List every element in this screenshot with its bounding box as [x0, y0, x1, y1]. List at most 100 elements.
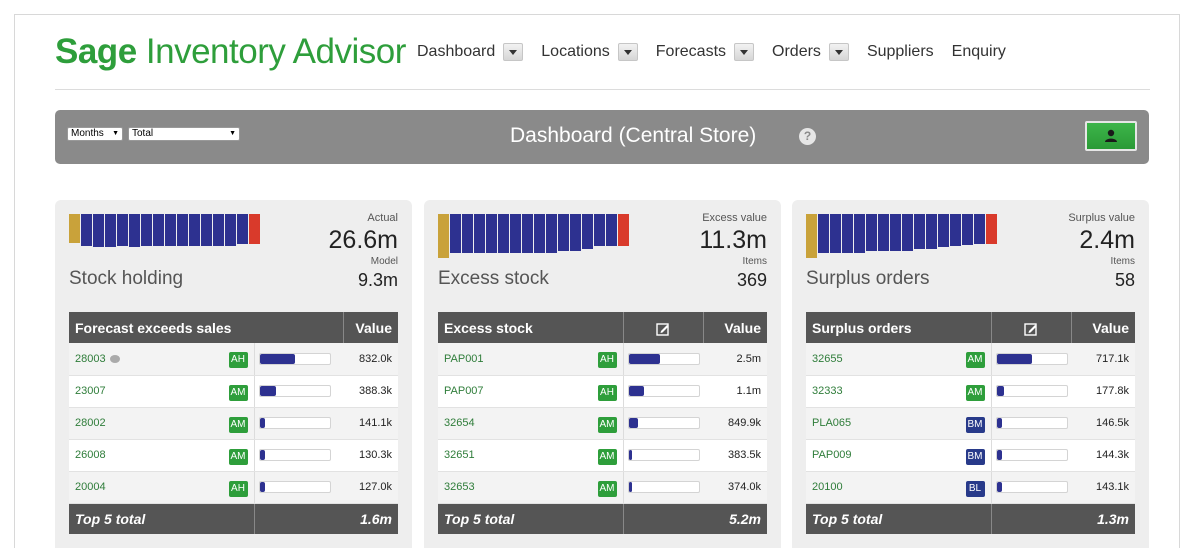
edit-icon [1024, 322, 1037, 336]
item-code-link[interactable]: 20100 [812, 481, 843, 493]
item-code-link[interactable]: 32653 [444, 481, 475, 493]
item-code-cell[interactable]: PAP007 AH [438, 375, 623, 408]
spark-bar [189, 214, 200, 247]
item-code-link[interactable]: PAP007 [444, 385, 484, 397]
item-code-cell[interactable]: 32333 AM [806, 375, 991, 408]
item-code-cell[interactable]: 20004 AH [69, 471, 254, 504]
spark-bar [474, 214, 485, 254]
item-code-cell[interactable]: 28003 AH [69, 343, 254, 376]
brand-logo[interactable]: Sage Inventory Advisor [55, 32, 406, 72]
item-code-cell[interactable]: PAP009 BM [806, 439, 991, 472]
chevron-down-icon[interactable] [828, 43, 849, 61]
item-code-link[interactable]: PAP009 [812, 449, 852, 461]
value-cell: 141.1k [343, 407, 398, 440]
table-row[interactable]: 32653 AM 374.0k [438, 471, 767, 504]
item-code-link[interactable]: 26008 [75, 449, 106, 461]
scope-select[interactable]: Total [128, 127, 240, 141]
chevron-down-icon[interactable] [617, 43, 638, 61]
value-bar [627, 417, 700, 429]
item-code-cell[interactable]: 32653 AM [438, 471, 623, 504]
panel-title: Excess stock [438, 268, 549, 289]
value-bar-cell [622, 407, 704, 440]
user-button[interactable] [1085, 121, 1137, 151]
edit-column-header[interactable] [623, 312, 704, 343]
table-row[interactable]: 32651 AM 383.5k [438, 439, 767, 472]
table-row[interactable]: 20004 AH 127.0k [69, 471, 398, 504]
value-bar-fill [996, 482, 1003, 492]
spark-bar [594, 214, 605, 247]
value-cell: 144.3k [1071, 439, 1135, 472]
question-icon[interactable]: ? [799, 128, 816, 145]
nav-item-locations[interactable]: Locations [541, 43, 638, 61]
nav-item-forecasts[interactable]: Forecasts [656, 43, 755, 61]
table-row[interactable]: PLA065 BM 146.5k [806, 407, 1135, 440]
item-code-cell[interactable]: 20100 BL [806, 471, 991, 504]
value-bar [627, 481, 700, 493]
period-select[interactable]: Months [67, 127, 123, 141]
spark-bar [177, 214, 188, 247]
value-bar-cell [622, 471, 704, 504]
value-cell: 849.9k [703, 407, 767, 440]
edit-column-header[interactable] [991, 312, 1072, 343]
footer-spacer [623, 503, 704, 534]
item-code-cell[interactable]: 28002 AM [69, 407, 254, 440]
item-code-cell[interactable]: 23007 AM [69, 375, 254, 408]
table-row[interactable]: 32333 AM 177.8k [806, 375, 1135, 408]
nav-item-suppliers[interactable]: Suppliers [867, 43, 934, 61]
item-code-link[interactable]: 23007 [75, 385, 106, 397]
item-code-cell[interactable]: 32654 AM [438, 407, 623, 440]
nav-item-dashboard[interactable]: Dashboard [417, 43, 524, 61]
spark-bar [534, 214, 545, 254]
value-cell: 832.0k [343, 343, 398, 376]
classification-badge: AH [597, 384, 617, 401]
item-code-link[interactable]: 32333 [812, 385, 843, 397]
item-code-link[interactable]: 32655 [812, 353, 843, 365]
item-code-cell[interactable]: PAP001 AH [438, 343, 623, 376]
item-code-link[interactable]: 32651 [444, 449, 475, 461]
spark-bar [938, 214, 949, 248]
item-code-link[interactable]: PAP001 [444, 353, 484, 365]
spark-bar [842, 214, 853, 254]
item-code-cell[interactable]: 32655 AM [806, 343, 991, 376]
value-bar-cell [253, 439, 344, 472]
spark-bar [522, 214, 533, 254]
table-row[interactable]: PAP001 AH 2.5m [438, 343, 767, 376]
value-bar [627, 385, 700, 397]
spark-bar [141, 214, 152, 247]
spark-bar [438, 214, 449, 258]
nav-item-orders[interactable]: Orders [772, 43, 849, 61]
value-bar [995, 385, 1068, 397]
table-row[interactable]: 26008 AM 130.3k [69, 439, 398, 472]
table-row[interactable]: 23007 AM 388.3k [69, 375, 398, 408]
spark-bar [974, 214, 985, 244]
spark-bar [510, 214, 521, 254]
classification-badge: AM [597, 416, 617, 433]
table-row[interactable]: 32655 AM 717.1k [806, 343, 1135, 376]
value-cell: 717.1k [1071, 343, 1135, 376]
value-bar [258, 481, 331, 493]
table-row[interactable]: PAP007 AH 1.1m [438, 375, 767, 408]
table-row[interactable]: 32654 AM 849.9k [438, 407, 767, 440]
item-code-cell[interactable]: PLA065 BM [806, 407, 991, 440]
item-code-link[interactable]: 28003 [75, 353, 106, 365]
value-bar [995, 449, 1068, 461]
spark-bar [854, 214, 865, 254]
item-code-link[interactable]: 32654 [444, 417, 475, 429]
item-code-cell[interactable]: 32651 AM [438, 439, 623, 472]
table-row[interactable]: 28003 AH 832.0k [69, 343, 398, 376]
top-items-table: Surplus orders Value 32655 AM 717.1k 32333 AM 1… [806, 312, 1135, 534]
sparkline-chart [438, 214, 629, 260]
value-bar-cell [622, 343, 704, 376]
item-code-link[interactable]: 20004 [75, 481, 106, 493]
item-code-link[interactable]: 28002 [75, 417, 106, 429]
item-code-cell[interactable]: 26008 AM [69, 439, 254, 472]
comment-icon[interactable] [109, 354, 120, 363]
table-row[interactable]: 28002 AM 141.1k [69, 407, 398, 440]
table-row[interactable]: PAP009 BM 144.3k [806, 439, 1135, 472]
chevron-down-icon[interactable] [503, 43, 524, 61]
value-cell: 374.0k [703, 471, 767, 504]
table-row[interactable]: 20100 BL 143.1k [806, 471, 1135, 504]
item-code-link[interactable]: PLA065 [812, 417, 851, 429]
chevron-down-icon[interactable] [734, 43, 755, 61]
nav-item-enquiry[interactable]: Enquiry [952, 43, 1006, 61]
